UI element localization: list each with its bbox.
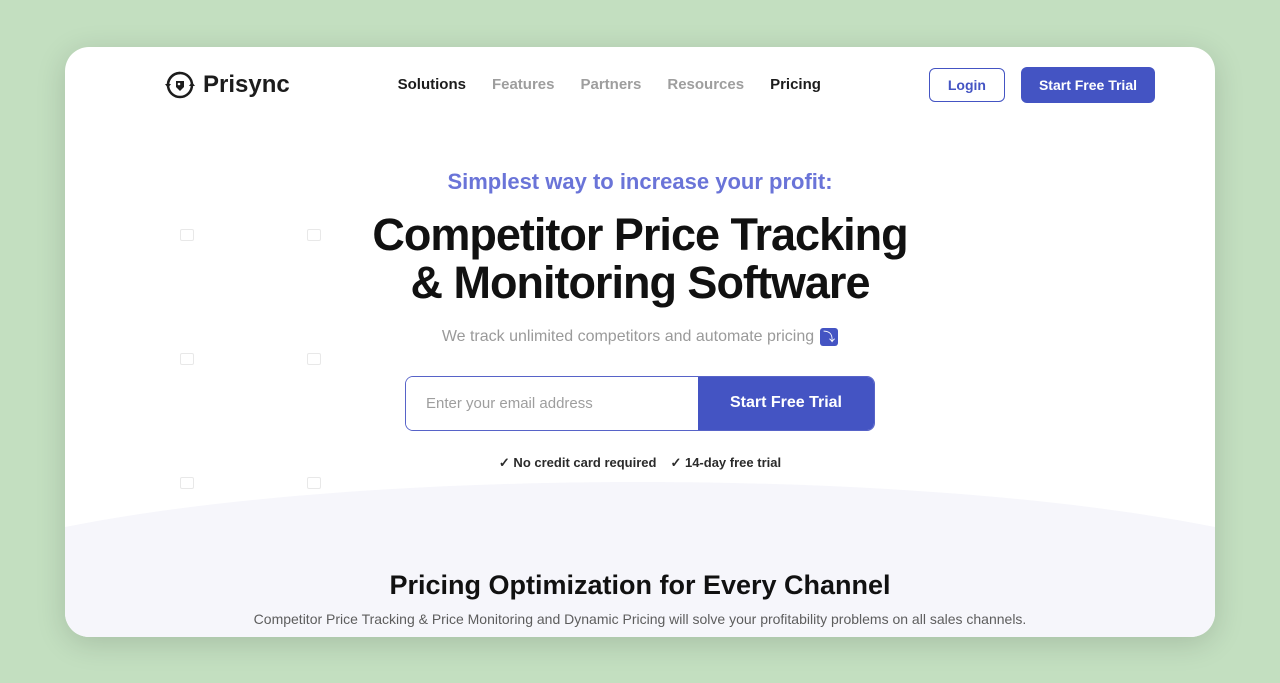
email-input[interactable] bbox=[406, 377, 698, 430]
brand-icon bbox=[165, 70, 195, 100]
section-pricing-optimization: Pricing Optimization for Every Channel C… bbox=[65, 570, 1215, 627]
decorative-placeholder bbox=[180, 229, 194, 241]
brand-name: Prisync bbox=[203, 71, 290, 99]
hero-title: Competitor Price Tracking & Monitoring S… bbox=[65, 211, 1215, 308]
arrow-down-icon: ⤵ bbox=[820, 328, 838, 346]
wave-divider: Pricing Optimization for Every Channel C… bbox=[65, 467, 1215, 637]
nav-features[interactable]: Features bbox=[492, 76, 555, 93]
start-trial-button[interactable]: Start Free Trial bbox=[1021, 67, 1155, 103]
decorative-placeholder bbox=[307, 229, 321, 241]
nav-cta-group: Login Start Free Trial bbox=[929, 67, 1155, 103]
login-button[interactable]: Login bbox=[929, 68, 1005, 102]
nav-resources[interactable]: Resources bbox=[667, 76, 744, 93]
section2-title: Pricing Optimization for Every Channel bbox=[65, 570, 1215, 601]
main-nav: Prisync Solutions Features Partners Reso… bbox=[65, 47, 1215, 113]
signup-form: Start Free Trial bbox=[65, 376, 1215, 431]
signup-submit-button[interactable]: Start Free Trial bbox=[698, 377, 874, 430]
hero: Simplest way to increase your profit: Co… bbox=[65, 113, 1215, 471]
section2-sub: Competitor Price Tracking & Price Monito… bbox=[65, 611, 1215, 627]
nav-pricing[interactable]: Pricing bbox=[770, 76, 821, 93]
signup-inner: Start Free Trial bbox=[405, 376, 875, 431]
nav-solutions[interactable]: Solutions bbox=[398, 76, 466, 93]
nav-partners[interactable]: Partners bbox=[580, 76, 641, 93]
nav-links: Solutions Features Partners Resources Pr… bbox=[398, 76, 821, 93]
decorative-placeholder bbox=[307, 353, 321, 365]
hero-title-line2: & Monitoring Software bbox=[411, 257, 870, 308]
app-window: Prisync Solutions Features Partners Reso… bbox=[65, 47, 1215, 637]
hero-subtitle-text: We track unlimited competitors and autom… bbox=[442, 328, 814, 346]
hero-subtitle: We track unlimited competitors and autom… bbox=[442, 328, 838, 346]
brand-logo[interactable]: Prisync bbox=[165, 70, 290, 100]
hero-title-line1: Competitor Price Tracking bbox=[372, 209, 907, 260]
decorative-placeholder bbox=[180, 353, 194, 365]
hero-kicker: Simplest way to increase your profit: bbox=[65, 169, 1215, 195]
